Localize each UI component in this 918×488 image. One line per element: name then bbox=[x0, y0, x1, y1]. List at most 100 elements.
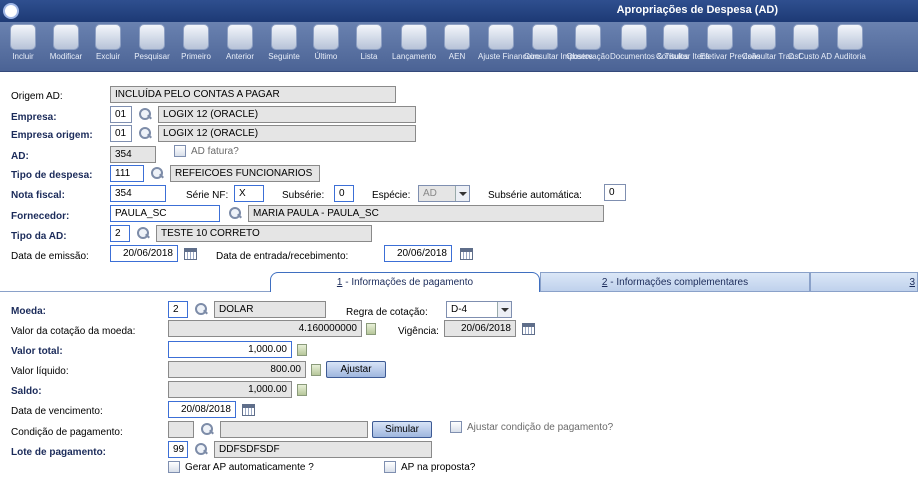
ap-proposta-checkbox[interactable] bbox=[384, 461, 396, 473]
condicao-lookup-icon[interactable] bbox=[200, 422, 214, 436]
tipo-despesa-code-input[interactable]: 111 bbox=[110, 165, 144, 182]
fornecedor-code-input[interactable]: PAULA_SC bbox=[110, 205, 220, 222]
lote-lookup-icon[interactable] bbox=[194, 442, 208, 456]
calendar-icon[interactable] bbox=[460, 248, 473, 260]
fornecedor-lookup-icon[interactable] bbox=[228, 206, 242, 220]
next-button[interactable]: Seguinte bbox=[264, 24, 304, 72]
especie-label: Espécie: bbox=[372, 190, 411, 201]
ajustar-button[interactable]: Ajustar bbox=[326, 361, 386, 378]
vigencia-label: Vigência: bbox=[398, 326, 439, 337]
subserie-automatica-field[interactable]: 0 bbox=[604, 184, 626, 201]
observation-button[interactable]: Observação bbox=[566, 24, 610, 72]
empresa-origem-label: Empresa origem: bbox=[11, 130, 93, 141]
lote-name-field: DDFSDFSDF bbox=[214, 441, 432, 458]
search-button[interactable]: Pesquisar bbox=[130, 24, 174, 72]
calendar-icon[interactable] bbox=[184, 248, 197, 260]
tipo-ad-lookup-icon[interactable] bbox=[136, 226, 150, 240]
calculator-icon[interactable] bbox=[297, 384, 307, 396]
calculator-icon[interactable] bbox=[311, 364, 321, 376]
tipo-ad-code-input[interactable]: 2 bbox=[110, 225, 130, 242]
aen-button[interactable]: AEN bbox=[442, 24, 472, 72]
calendar-icon[interactable] bbox=[242, 404, 255, 416]
empresa-origem-name-field: LOGIX 12 (ORACLE) bbox=[158, 125, 416, 142]
include-button[interactable]: Incluir bbox=[4, 24, 42, 72]
empresa-origem-lookup-icon[interactable] bbox=[138, 126, 152, 140]
tab-informacoes-pagamento[interactable]: 1 - Informações de pagamento bbox=[270, 272, 540, 292]
finance-adjust-button[interactable]: Ajuste Financeiro bbox=[478, 24, 540, 72]
audit-icon bbox=[837, 24, 863, 50]
empresa-code-input[interactable]: 01 bbox=[110, 106, 132, 123]
ajustar-condicao-checkbox[interactable] bbox=[450, 421, 462, 433]
tipo-despesa-lookup-icon[interactable] bbox=[150, 166, 164, 180]
empresa-name-field: LOGIX 12 (ORACLE) bbox=[158, 106, 416, 123]
list-icon bbox=[356, 24, 382, 50]
last-button[interactable]: Último bbox=[308, 24, 344, 72]
first-button[interactable]: Primeiro bbox=[176, 24, 216, 72]
first-icon bbox=[183, 24, 209, 50]
previous-button[interactable]: Anterior bbox=[220, 24, 260, 72]
regra-cotacao-select[interactable]: D-4 bbox=[446, 301, 512, 318]
data-entrada-input[interactable]: 20/06/2018 bbox=[384, 245, 452, 262]
simular-button[interactable]: Simular bbox=[372, 421, 432, 438]
chevron-down-icon bbox=[455, 186, 469, 201]
empresa-origem-code-input[interactable]: 01 bbox=[110, 125, 132, 142]
ad-fatura-checkbox[interactable] bbox=[174, 145, 186, 157]
tipo-ad-label: Tipo da AD: bbox=[11, 231, 67, 242]
moeda-code-input[interactable]: 2 bbox=[168, 301, 188, 318]
consult-items-button[interactable]: Consultar Itens bbox=[656, 24, 710, 72]
moeda-lookup-icon[interactable] bbox=[194, 302, 208, 316]
vigencia-field: 20/06/2018 bbox=[444, 320, 516, 337]
condicao-pagamento-name-field bbox=[220, 421, 368, 438]
entry-button[interactable]: Lançamento bbox=[388, 24, 440, 72]
origem-ad-label: Origem AD: bbox=[11, 91, 63, 102]
cotacao-label: Valor da cotação da moeda: bbox=[11, 326, 136, 337]
fornecedor-label: Fornecedor: bbox=[11, 211, 70, 222]
data-entrada-label: Data de entrada/recebimento: bbox=[216, 251, 349, 262]
tab-bar: 1 - Informações de pagamento 2 - Informa… bbox=[0, 272, 918, 292]
tab-informacoes-complementares[interactable]: 2 - Informações complementares bbox=[540, 272, 810, 292]
data-emissao-input[interactable]: 20/06/2018 bbox=[110, 245, 178, 262]
serie-nf-input[interactable]: X bbox=[234, 185, 264, 202]
lote-code-input[interactable]: 99 bbox=[168, 441, 188, 458]
condicao-pagamento-code-input[interactable] bbox=[168, 421, 194, 438]
subserie-input[interactable]: 0 bbox=[334, 185, 354, 202]
aen-icon bbox=[444, 24, 470, 50]
origem-ad-field: INCLUÍDA PELO CONTAS A PAGAR bbox=[110, 86, 396, 103]
gerar-ap-checkbox[interactable] bbox=[168, 461, 180, 473]
delete-button[interactable]: Excluir bbox=[90, 24, 126, 72]
documents-icon bbox=[621, 24, 647, 50]
app-logo-icon bbox=[3, 3, 19, 19]
documents-button[interactable]: Documentos & Títulos bbox=[610, 24, 689, 72]
subserie-label: Subsérie: bbox=[282, 190, 325, 201]
next-icon bbox=[271, 24, 297, 50]
data-vencimento-input[interactable]: 20/08/2018 bbox=[168, 401, 236, 418]
consult-transfer-button[interactable]: Consultar Transf. bbox=[742, 24, 803, 72]
empresa-lookup-icon[interactable] bbox=[138, 107, 152, 121]
modify-button[interactable]: Modificar bbox=[44, 24, 88, 72]
finance-adjust-icon bbox=[488, 24, 514, 50]
saldo-label: Saldo: bbox=[11, 386, 42, 397]
edit-icon bbox=[53, 24, 79, 50]
chevron-down-icon bbox=[497, 302, 511, 317]
ad-label: AD: bbox=[11, 151, 29, 162]
calculator-icon[interactable] bbox=[297, 344, 307, 356]
tab-3[interactable]: 3 bbox=[810, 272, 918, 292]
entry-icon bbox=[401, 24, 427, 50]
list-button[interactable]: Lista bbox=[352, 24, 386, 72]
note-icon bbox=[575, 24, 601, 50]
valor-total-input[interactable]: 1,000.00 bbox=[168, 341, 292, 358]
title-bar: Apropriações de Despesa (AD) bbox=[0, 0, 918, 22]
trash-icon bbox=[95, 24, 121, 50]
calculator-icon[interactable] bbox=[366, 323, 376, 335]
fornecedor-name-field: MARIA PAULA - PAULA_SC bbox=[248, 205, 604, 222]
ap-proposta-label: AP na proposta? bbox=[401, 462, 476, 473]
audit-button[interactable]: Auditoria bbox=[828, 24, 872, 72]
consult-taxes-button[interactable]: Consultar Impostos bbox=[524, 24, 593, 72]
cost-center-button[interactable]: C. Custo AD bbox=[788, 24, 832, 72]
taxes-icon bbox=[532, 24, 558, 50]
serie-nf-label: Série NF: bbox=[186, 190, 229, 201]
calendar-icon[interactable] bbox=[522, 323, 535, 335]
especie-select[interactable]: AD bbox=[418, 185, 470, 202]
forecast-button[interactable]: Efetivar Previsão bbox=[700, 24, 760, 72]
nota-fiscal-input[interactable]: 354 bbox=[110, 185, 166, 202]
